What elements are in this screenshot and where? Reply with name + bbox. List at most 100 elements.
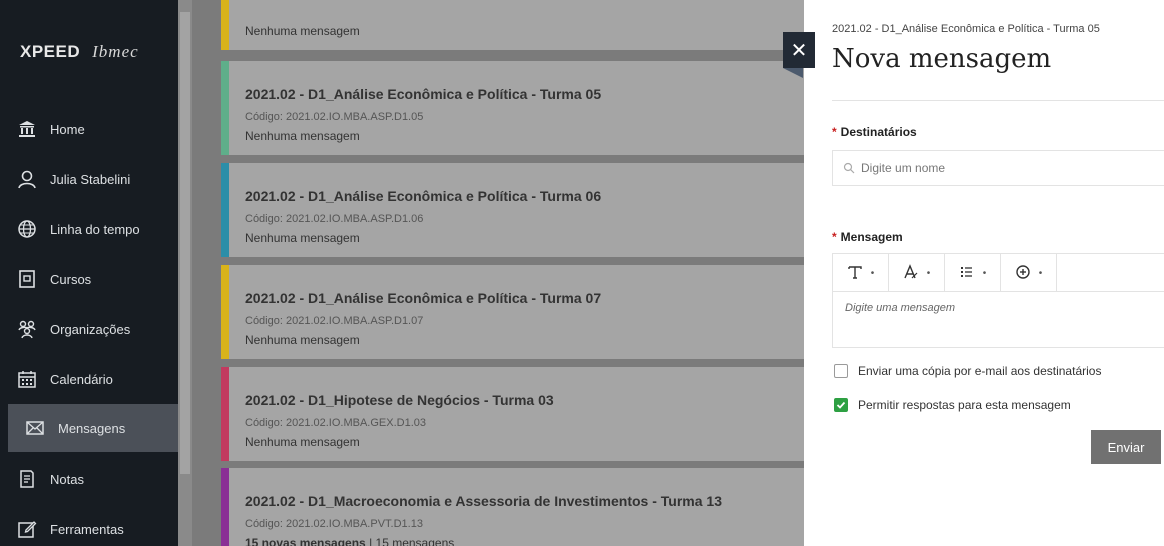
mail-icon (24, 417, 46, 439)
course-icon (16, 268, 38, 290)
course-color-bar (221, 265, 229, 359)
organizations-icon (16, 318, 38, 340)
course-color-bar (221, 0, 229, 50)
sidebar-item-home[interactable]: Home (0, 106, 178, 152)
sidebar-item-tools[interactable]: Ferramentas (0, 506, 178, 546)
sidebar-item-timeline[interactable]: Linha do tempo (0, 206, 178, 252)
recipients-placeholder: Digite um nome (861, 161, 946, 175)
course-color-bar (221, 163, 229, 257)
list-icon (959, 264, 975, 283)
course-title[interactable]: 2021.02 - D1_Análise Econômica e Polític… (245, 188, 601, 204)
dropdown-dot: • (870, 267, 875, 279)
grades-icon (16, 468, 38, 490)
course-color-bar (221, 468, 229, 546)
required-mark: * (832, 125, 837, 139)
new-messages-count: 15 novas mensagens (245, 536, 366, 546)
sidebar-scrollbar-thumb[interactable] (180, 12, 190, 474)
calendar-icon (16, 368, 38, 390)
dropdown-dot: • (1038, 267, 1043, 279)
course-messages: Nenhuma mensagem (245, 24, 360, 38)
sidebar-item-calendar[interactable]: Calendário (0, 356, 178, 402)
course-color-bar (221, 61, 229, 155)
search-icon (843, 162, 855, 174)
course-messages: Nenhuma mensagem (245, 129, 360, 143)
course-code: Código: 2021.02.IO.MBA.ASP.D1.05 (245, 111, 424, 123)
copy-email-label: Enviar uma cópia por e-mail aos destinat… (858, 364, 1102, 378)
recipients-input[interactable]: Digite um nome (832, 150, 1164, 186)
sidebar-item-messages[interactable]: Mensagens (8, 404, 180, 452)
course-card[interactable]: Nenhuma mensagem (221, 0, 804, 50)
sidebar-item-organizations[interactable]: Organizações (0, 306, 178, 352)
course-card[interactable]: 2021.02 - D1_Macroeconomia e Assessoria … (221, 468, 804, 546)
course-code: Código: 2021.02.IO.MBA.ASP.D1.06 (245, 213, 424, 225)
course-title[interactable]: 2021.02 - D1_Hipotese de Negócios - Turm… (245, 392, 554, 408)
course-messages: 15 novas mensagens | 15 mensagens (245, 536, 454, 546)
editor-toolbar: • • • • (833, 254, 1164, 292)
close-icon: ✕ (790, 39, 808, 62)
message-placeholder: Digite uma mensagem (845, 302, 956, 314)
course-card[interactable]: 2021.02 - D1_Hipotese de Negócios - Turm… (221, 367, 804, 461)
send-button[interactable]: Enviar (1091, 430, 1161, 464)
course-color-bar (221, 367, 229, 461)
list-button[interactable]: • (945, 254, 1001, 292)
close-button-fold (783, 68, 803, 78)
check-icon (836, 401, 846, 409)
sidebar-item-grades[interactable]: Notas (0, 456, 178, 502)
logo[interactable]: XPEED Ibmec (20, 42, 139, 62)
checkbox-box[interactable] (834, 364, 848, 378)
allow-replies-checkbox[interactable]: Permitir respostas para esta mensagem (834, 398, 1071, 412)
course-messages: Nenhuma mensagem (245, 231, 360, 245)
allow-replies-label: Permitir respostas para esta mensagem (858, 398, 1071, 412)
user-icon (16, 168, 38, 190)
bank-icon (16, 118, 38, 140)
course-list: Nenhuma mensagem 2021.02 - D1_Análise Ec… (192, 0, 804, 546)
course-card[interactable]: 2021.02 - D1_Análise Econômica e Polític… (221, 61, 804, 155)
text-format-icon (847, 264, 863, 283)
logo-brand: XPEED (20, 42, 81, 61)
course-code: Código: 2021.02.IO.MBA.GEX.D1.03 (245, 417, 426, 429)
recipients-label-text: Destinatários (840, 125, 917, 139)
course-title[interactable]: 2021.02 - D1_Macroeconomia e Assessoria … (245, 493, 722, 509)
copy-email-checkbox[interactable]: Enviar uma cópia por e-mail aos destinat… (834, 364, 1101, 378)
required-mark: * (832, 230, 837, 244)
breadcrumb: 2021.02 - D1_Análise Econômica e Polític… (832, 23, 1100, 35)
message-editor[interactable]: • • • • Digite uma mensagem (832, 253, 1164, 348)
dropdown-dot: • (982, 267, 987, 279)
course-card[interactable]: 2021.02 - D1_Análise Econômica e Polític… (221, 163, 804, 257)
course-code: Código: 2021.02.IO.MBA.ASP.D1.07 (245, 315, 424, 327)
course-title[interactable]: 2021.02 - D1_Análise Econômica e Polític… (245, 290, 601, 306)
course-messages: Nenhuma mensagem (245, 435, 360, 449)
sidebar-item-label: Calendário (50, 371, 113, 387)
course-card[interactable]: 2021.02 - D1_Análise Econômica e Polític… (221, 265, 804, 359)
text-style-button[interactable]: • (889, 254, 945, 292)
insert-button[interactable]: • (1001, 254, 1057, 292)
sidebar-item-label: Ferramentas (50, 521, 124, 537)
sidebar-item-label: Notas (50, 471, 84, 487)
globe-icon (16, 218, 38, 240)
sidebar-item-label: Home (50, 121, 85, 137)
recipients-label: * Destinatários (832, 125, 917, 139)
page-title: Nova mensagem (832, 44, 1052, 74)
sidebar: XPEED Ibmec Home Julia Stabelini Linha d… (0, 0, 180, 546)
text-style-icon (903, 263, 919, 283)
close-button[interactable]: ✕ (783, 32, 815, 68)
sidebar-item-label: Cursos (50, 271, 92, 287)
course-title[interactable]: 2021.02 - D1_Análise Econômica e Polític… (245, 86, 601, 102)
messages-total: | 15 mensagens (365, 536, 455, 546)
sidebar-item-label: Mensagens (58, 420, 126, 436)
message-label: * Mensagem (832, 230, 903, 244)
sidebar-item-label: Julia Stabelini (50, 171, 131, 187)
course-messages: Nenhuma mensagem (245, 333, 360, 347)
sidebar-item-label: Organizações (50, 321, 131, 337)
message-label-text: Mensagem (840, 230, 903, 244)
dropdown-dot: • (926, 267, 931, 279)
sidebar-item-label: Linha do tempo (50, 221, 140, 237)
tools-icon (16, 518, 38, 540)
course-code: Código: 2021.02.IO.MBA.PVT.D1.13 (245, 518, 423, 530)
logo-school: Ibmec (92, 42, 139, 61)
text-format-button[interactable]: • (833, 254, 889, 292)
checkbox-box[interactable] (834, 398, 848, 412)
sidebar-item-courses[interactable]: Cursos (0, 256, 178, 302)
insert-icon (1015, 264, 1031, 283)
sidebar-item-profile[interactable]: Julia Stabelini (0, 156, 178, 202)
